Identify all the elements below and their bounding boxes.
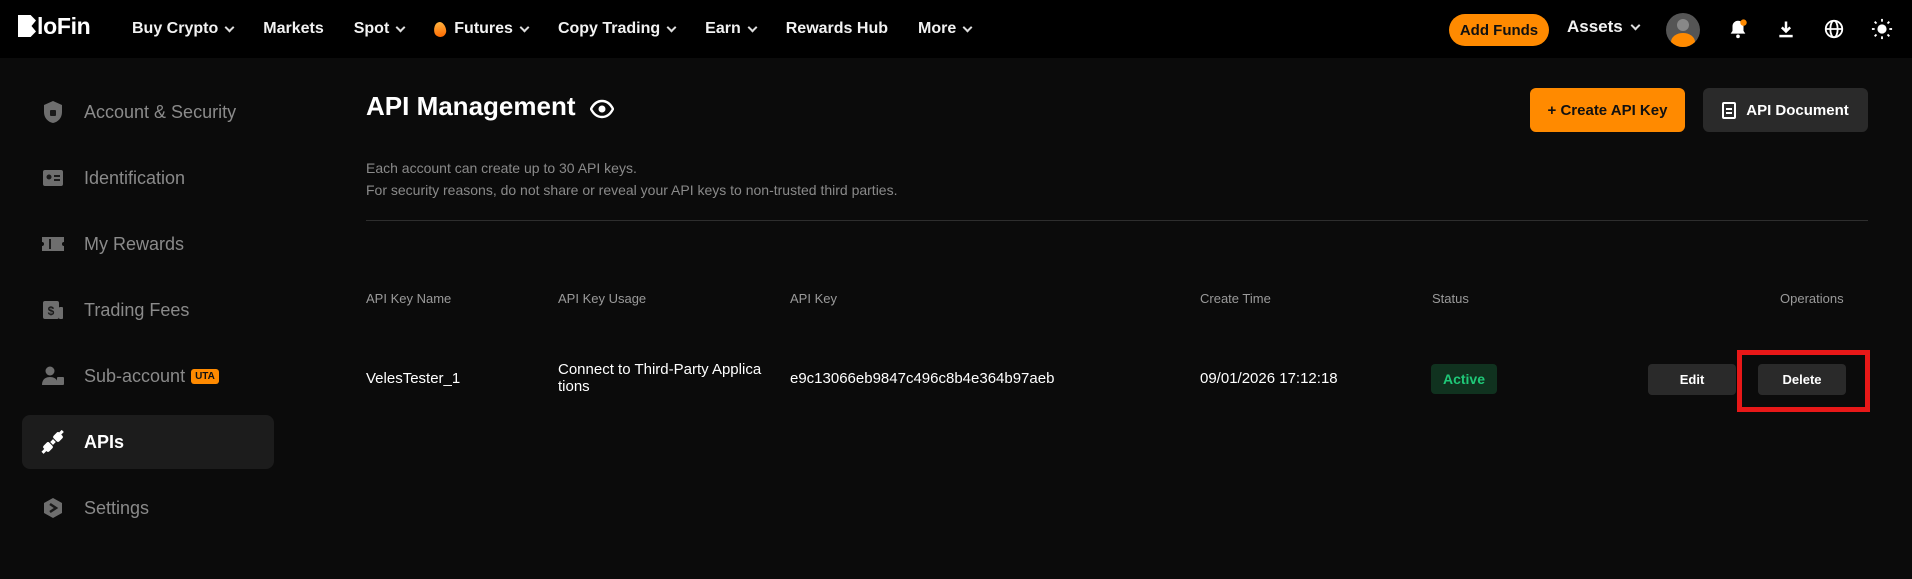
api-key-usage-line2: tions — [558, 378, 590, 395]
chevron-down-icon — [962, 22, 973, 32]
nav-label: Copy Trading — [557, 20, 661, 37]
nav-label: Earn — [705, 20, 741, 37]
sidebar-item-identification[interactable]: Identification — [22, 151, 274, 205]
sidebar-item-settings[interactable]: Settings — [22, 481, 274, 535]
column-header-key: API Key — [790, 291, 837, 306]
api-key-name: VelesTester_1 — [366, 370, 461, 387]
assets-menu[interactable]: Assets — [1567, 17, 1641, 37]
globe-icon[interactable] — [1822, 17, 1846, 41]
chevron-down-icon — [519, 22, 530, 32]
bell-icon[interactable] — [1726, 17, 1750, 41]
sidebar-item-account-security[interactable]: Account & Security — [22, 85, 274, 139]
sun-icon[interactable] — [1870, 17, 1894, 41]
assets-label: Assets — [1567, 17, 1623, 36]
nav-markets[interactable]: Markets — [263, 20, 323, 38]
fee-icon: $ — [40, 297, 66, 323]
nav-label: Spot — [353, 20, 390, 37]
nav-label: Buy Crypto — [132, 20, 219, 37]
chevron-down-icon — [666, 22, 677, 32]
divider — [366, 220, 1868, 221]
nav-label: Futures — [454, 20, 513, 37]
top-navbar: loFin Buy Crypto Markets Spot Futures Co… — [0, 0, 1912, 58]
flame-icon — [433, 20, 448, 38]
column-header-usage: API Key Usage — [558, 291, 647, 306]
nav-label: Rewards Hub — [785, 20, 888, 37]
column-header-status: Status — [1432, 291, 1469, 306]
api-document-label: API Document — [1746, 101, 1849, 119]
nav-more[interactable]: More — [918, 20, 973, 38]
sidebar-item-label: My Rewards — [84, 233, 185, 254]
download-icon[interactable] — [1774, 17, 1798, 41]
shield-icon — [40, 99, 66, 125]
logo-text: loFin — [37, 13, 91, 39]
nav-futures[interactable]: Futures — [433, 20, 530, 38]
edit-button[interactable]: Edit — [1648, 364, 1736, 395]
status-badge: Active — [1431, 364, 1497, 394]
chevron-down-icon — [1630, 20, 1641, 30]
uta-badge: UTA — [191, 368, 219, 384]
create-api-key-button[interactable]: + Create API Key — [1530, 88, 1685, 132]
ticket-icon — [40, 231, 66, 257]
add-funds-button[interactable]: Add Funds — [1449, 14, 1549, 46]
nav-spot[interactable]: Spot — [353, 20, 406, 38]
nav-label: More — [918, 20, 957, 37]
sub-account-icon — [40, 363, 66, 389]
id-card-icon — [40, 165, 66, 191]
nav-earn[interactable]: Earn — [705, 20, 758, 38]
avatar[interactable] — [1666, 13, 1700, 47]
nav-copy-trading[interactable]: Copy Trading — [557, 20, 677, 38]
sidebar-item-label: Trading Fees — [84, 299, 190, 320]
info-text: Each account can create up to 30 API key… — [366, 160, 637, 176]
sidebar-item-trading-fees[interactable]: $ Trading Fees — [22, 283, 274, 337]
sidebar-item-label: Identification — [84, 167, 186, 188]
plug-icon — [40, 429, 66, 455]
nav-rewards-hub[interactable]: Rewards Hub — [786, 20, 888, 38]
chevron-down-icon — [224, 22, 235, 32]
sidebar: Account & Security Identification My Rew… — [22, 85, 274, 547]
sidebar-item-sub-account[interactable]: Sub-account UTA — [22, 349, 274, 403]
api-document-button[interactable]: API Document — [1703, 88, 1868, 132]
blofin-logo[interactable]: loFin — [18, 13, 91, 39]
create-time: 09/01/2026 17:12:18 — [1200, 370, 1338, 387]
nav-buy-crypto[interactable]: Buy Crypto — [132, 20, 235, 38]
column-header-operations: Operations — [1780, 291, 1844, 306]
api-key-value: e9c13066eb9847c496c8b4e364b97aeb — [790, 370, 1055, 387]
eye-icon[interactable] — [589, 97, 615, 121]
chevron-down-icon — [395, 22, 406, 32]
sidebar-item-label: Account & Security — [84, 101, 237, 122]
page-title: API Management — [366, 91, 576, 121]
sidebar-item-label: Sub-account — [84, 365, 186, 386]
api-key-usage-line1: Connect to Third-Party Applica — [558, 361, 762, 378]
settings-icon — [40, 495, 66, 521]
highlight-box — [1737, 350, 1870, 412]
column-header-name: API Key Name — [366, 291, 452, 306]
nav-label: Markets — [263, 20, 324, 37]
column-header-create-time: Create Time — [1200, 291, 1271, 306]
sidebar-item-my-rewards[interactable]: My Rewards — [22, 217, 274, 271]
sidebar-item-label: APIs — [84, 431, 125, 452]
info-text: For security reasons, do not share or re… — [366, 182, 898, 198]
document-icon — [1722, 101, 1737, 119]
sidebar-item-label: Settings — [84, 497, 150, 518]
main-nav: Buy Crypto Markets Spot Futures Copy Tra… — [132, 0, 1001, 58]
svg-text:$: $ — [48, 304, 55, 318]
sidebar-item-apis[interactable]: APIs — [22, 415, 274, 469]
chevron-down-icon — [747, 22, 758, 32]
